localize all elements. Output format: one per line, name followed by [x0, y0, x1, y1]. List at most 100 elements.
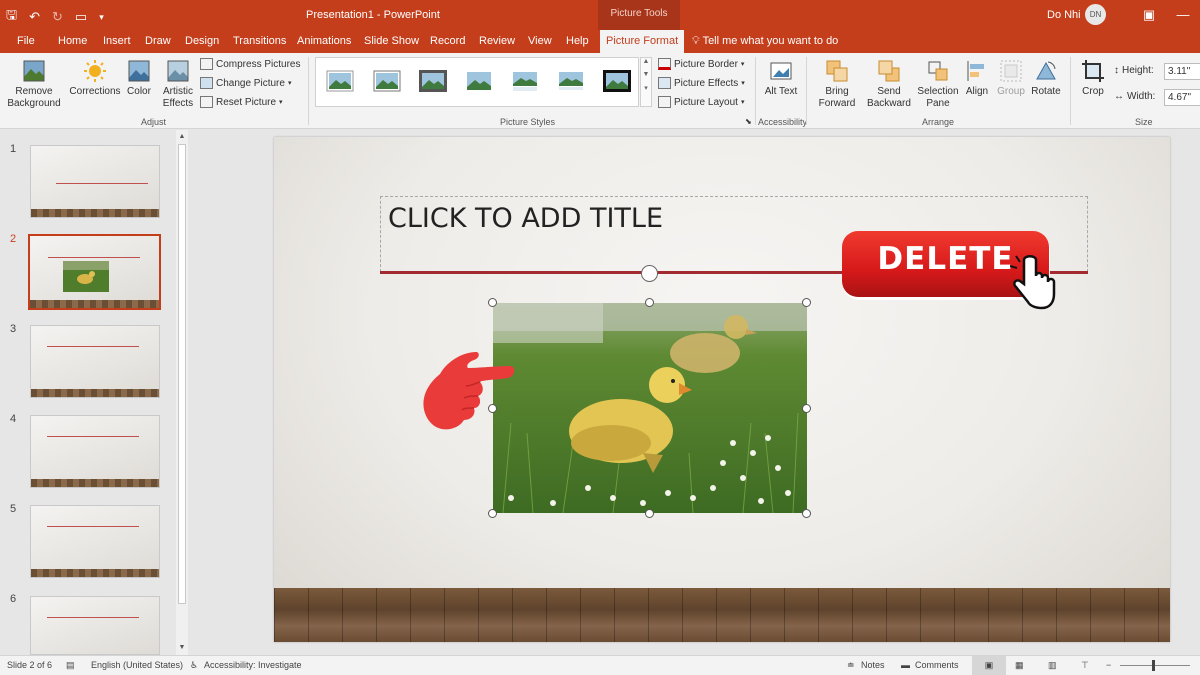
zoom-slider[interactable]: [1120, 665, 1190, 666]
picture-border-button[interactable]: Picture Border ▾: [658, 58, 744, 70]
group-label-picture-styles: Picture Styles: [500, 117, 556, 127]
resize-handle[interactable]: [645, 509, 654, 518]
avatar[interactable]: DN: [1085, 4, 1106, 25]
group-divider: [755, 57, 756, 125]
zoom-out-icon[interactable]: −: [1106, 660, 1111, 670]
picture-layout-button[interactable]: Picture Layout ▾: [658, 96, 744, 108]
tell-me-search[interactable]: 💡︎ Tell me what you want to do: [692, 35, 838, 48]
tab-picture-format[interactable]: Picture Format: [600, 30, 685, 54]
send-backward-button[interactable]: Send Backward: [862, 59, 916, 110]
remove-background-button[interactable]: Remove Background: [6, 59, 62, 110]
resize-handle[interactable]: [488, 509, 497, 518]
height-field[interactable]: 3.11": [1164, 63, 1200, 80]
ducklings-picture[interactable]: [493, 303, 807, 513]
language-indicator[interactable]: English (United States): [91, 660, 183, 670]
bring-forward-label: Bring Forward: [818, 86, 856, 109]
picture-effects-button[interactable]: Picture Effects ▾: [658, 77, 745, 89]
floor-strip: [30, 300, 159, 308]
corrections-button[interactable]: Corrections: [68, 59, 122, 98]
customize-qat-icon[interactable]: ▾: [99, 12, 104, 23]
slide-sorter-icon[interactable]: ▦: [1015, 660, 1024, 671]
lightbulb-icon: 💡︎: [692, 35, 703, 47]
slide-canvas[interactable]: CLICK TO ADD TITLE: [274, 137, 1170, 642]
gallery-scroll[interactable]: ▲ ▼ ▾: [640, 57, 652, 107]
bring-forward-button[interactable]: Bring Forward: [812, 59, 862, 110]
ribbon-display-icon[interactable]: ▣: [1132, 0, 1166, 30]
present-icon[interactable]: ▭: [75, 9, 87, 25]
slide-thumbnail[interactable]: [30, 415, 160, 488]
compress-pictures-button[interactable]: Compress Pictures: [200, 58, 300, 70]
width-field[interactable]: 4.67": [1164, 89, 1200, 106]
slide-thumbnail-selected[interactable]: [28, 234, 161, 310]
picture-styles-gallery[interactable]: [315, 57, 639, 107]
tab-view[interactable]: View: [528, 35, 552, 47]
align-button[interactable]: Align: [962, 59, 992, 98]
thumbnails-scrollbar[interactable]: ▲ ▼: [176, 130, 188, 655]
scroll-up-icon[interactable]: ▲: [176, 131, 188, 143]
tab-home[interactable]: Home: [58, 35, 87, 47]
picture-style-thumbnail[interactable]: [603, 70, 631, 92]
resize-handle[interactable]: [802, 509, 811, 518]
slide-thumbnail[interactable]: [30, 505, 160, 578]
tab-review[interactable]: Review: [479, 35, 515, 47]
alt-text-button[interactable]: Alt Text: [763, 59, 799, 98]
scroll-down-icon[interactable]: ▼: [176, 642, 188, 654]
selection-pane-button[interactable]: Selection Pane: [916, 59, 960, 110]
accessibility-status[interactable]: Accessibility: Investigate: [204, 660, 302, 670]
resize-handle[interactable]: [488, 298, 497, 307]
artistic-effects-button[interactable]: Artistic Effects: [158, 59, 198, 110]
floor-strip: [31, 479, 159, 487]
picture-style-thumbnail[interactable]: [419, 70, 447, 92]
context-group-label: Picture Tools: [598, 0, 680, 30]
tab-animations[interactable]: Animations: [297, 35, 351, 47]
tab-help[interactable]: Help: [566, 35, 589, 47]
reset-picture-button[interactable]: Reset Picture ▾: [200, 96, 283, 108]
chevron-down-icon[interactable]: ▼: [641, 71, 651, 78]
slide-thumbnail[interactable]: [30, 325, 160, 398]
slide-thumbnail[interactable]: [30, 145, 160, 218]
color-button[interactable]: Color: [123, 59, 155, 98]
save-icon[interactable]: 🖫: [6, 6, 17, 28]
slide-indicator: Slide 2 of 6: [7, 660, 53, 670]
group-button[interactable]: Group: [995, 59, 1027, 98]
reading-view-icon[interactable]: ▥: [1048, 660, 1057, 671]
slide-show-icon[interactable]: ⊤: [1081, 660, 1089, 671]
rotate-button[interactable]: Rotate: [1028, 59, 1064, 98]
tab-record[interactable]: Record: [430, 35, 465, 47]
rotate-handle[interactable]: [641, 265, 658, 282]
tab-transitions[interactable]: Transitions: [233, 35, 286, 47]
tab-design[interactable]: Design: [185, 35, 219, 47]
tab-slide-show[interactable]: Slide Show: [364, 35, 419, 47]
change-picture-button[interactable]: Change Picture ▾: [200, 77, 291, 89]
notes-button[interactable]: Notes: [861, 660, 885, 670]
picture-style-thumbnail[interactable]: [373, 70, 401, 92]
picture-style-thumbnail[interactable]: [465, 70, 493, 92]
crop-button[interactable]: Crop: [1078, 59, 1108, 98]
slide-thumbnail[interactable]: [30, 596, 160, 655]
normal-view-icon[interactable]: ▣: [972, 656, 1006, 675]
remove-background-icon: [23, 60, 45, 82]
picture-style-thumbnail[interactable]: [557, 70, 585, 92]
dialog-launcher-icon[interactable]: ⬊: [745, 117, 752, 126]
comments-button[interactable]: Comments: [915, 660, 959, 670]
picture-style-thumbnail[interactable]: [511, 70, 539, 92]
tab-draw[interactable]: Draw: [145, 35, 171, 47]
redo-icon[interactable]: ↻: [52, 9, 63, 25]
undo-icon[interactable]: ↶: [29, 9, 40, 25]
selection-pane-label: Selection Pane: [917, 86, 959, 109]
picture-style-thumbnail[interactable]: [326, 70, 354, 92]
gallery-more-icon[interactable]: ▾: [641, 84, 651, 92]
tab-file[interactable]: File: [17, 35, 35, 47]
resize-handle[interactable]: [802, 298, 811, 307]
artistic-effects-label: Artistic Effects: [162, 86, 194, 109]
resize-handle[interactable]: [802, 404, 811, 413]
spelling-icon[interactable]: ▤: [66, 660, 75, 671]
chevron-up-icon[interactable]: ▲: [641, 58, 651, 65]
minimize-icon[interactable]: —: [1166, 0, 1200, 30]
scrollbar-thumb[interactable]: [178, 144, 186, 604]
resize-handle[interactable]: [645, 298, 654, 307]
title-rule: [47, 526, 139, 527]
tab-insert[interactable]: Insert: [103, 35, 131, 47]
user-name[interactable]: Do Nhi: [1047, 9, 1081, 21]
zoom-slider-thumb[interactable]: [1152, 660, 1155, 671]
